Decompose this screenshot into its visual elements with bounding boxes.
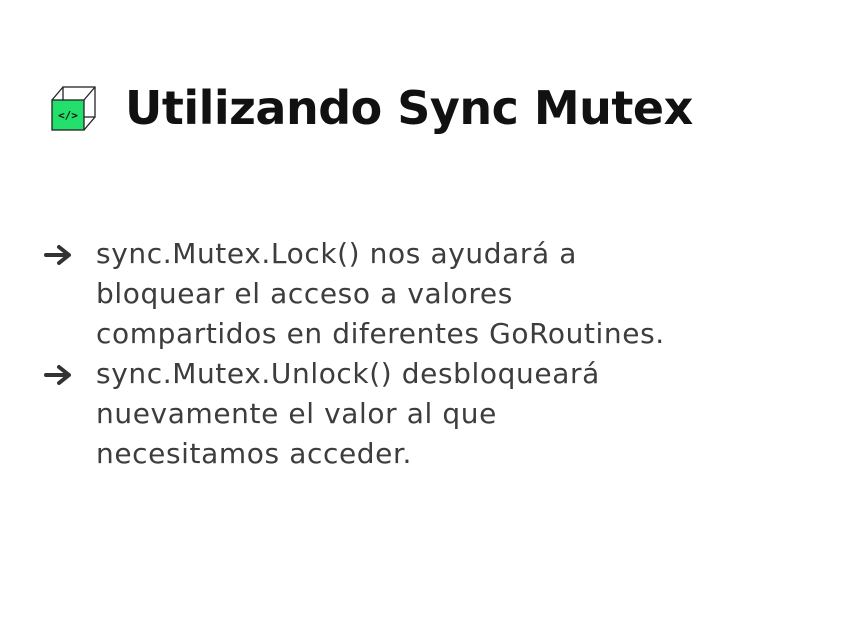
slide-title: Utilizando Sync Mutex [125,81,693,135]
bullet-item: sync.Mutex.Lock() nos ayudará a bloquear… [44,234,684,354]
code-glyph: </> [58,109,78,122]
slide: </> Utilizando Sync Mutex sync.Mutex.Loc… [0,0,847,631]
title-row: </> Utilizando Sync Mutex [50,82,693,134]
code-cube-icon: </> [51,86,96,131]
bullet-list: sync.Mutex.Lock() nos ayudará a bloquear… [44,234,684,474]
arrow-right-icon [44,365,71,385]
arrow-right-icon [44,245,71,265]
bullet-item: sync.Mutex.Unlock() desbloqueará nuevame… [44,354,684,474]
bullet-text: sync.Mutex.Unlock() desbloqueará nuevame… [96,357,600,470]
bullet-text: sync.Mutex.Lock() nos ayudará a bloquear… [96,237,665,350]
